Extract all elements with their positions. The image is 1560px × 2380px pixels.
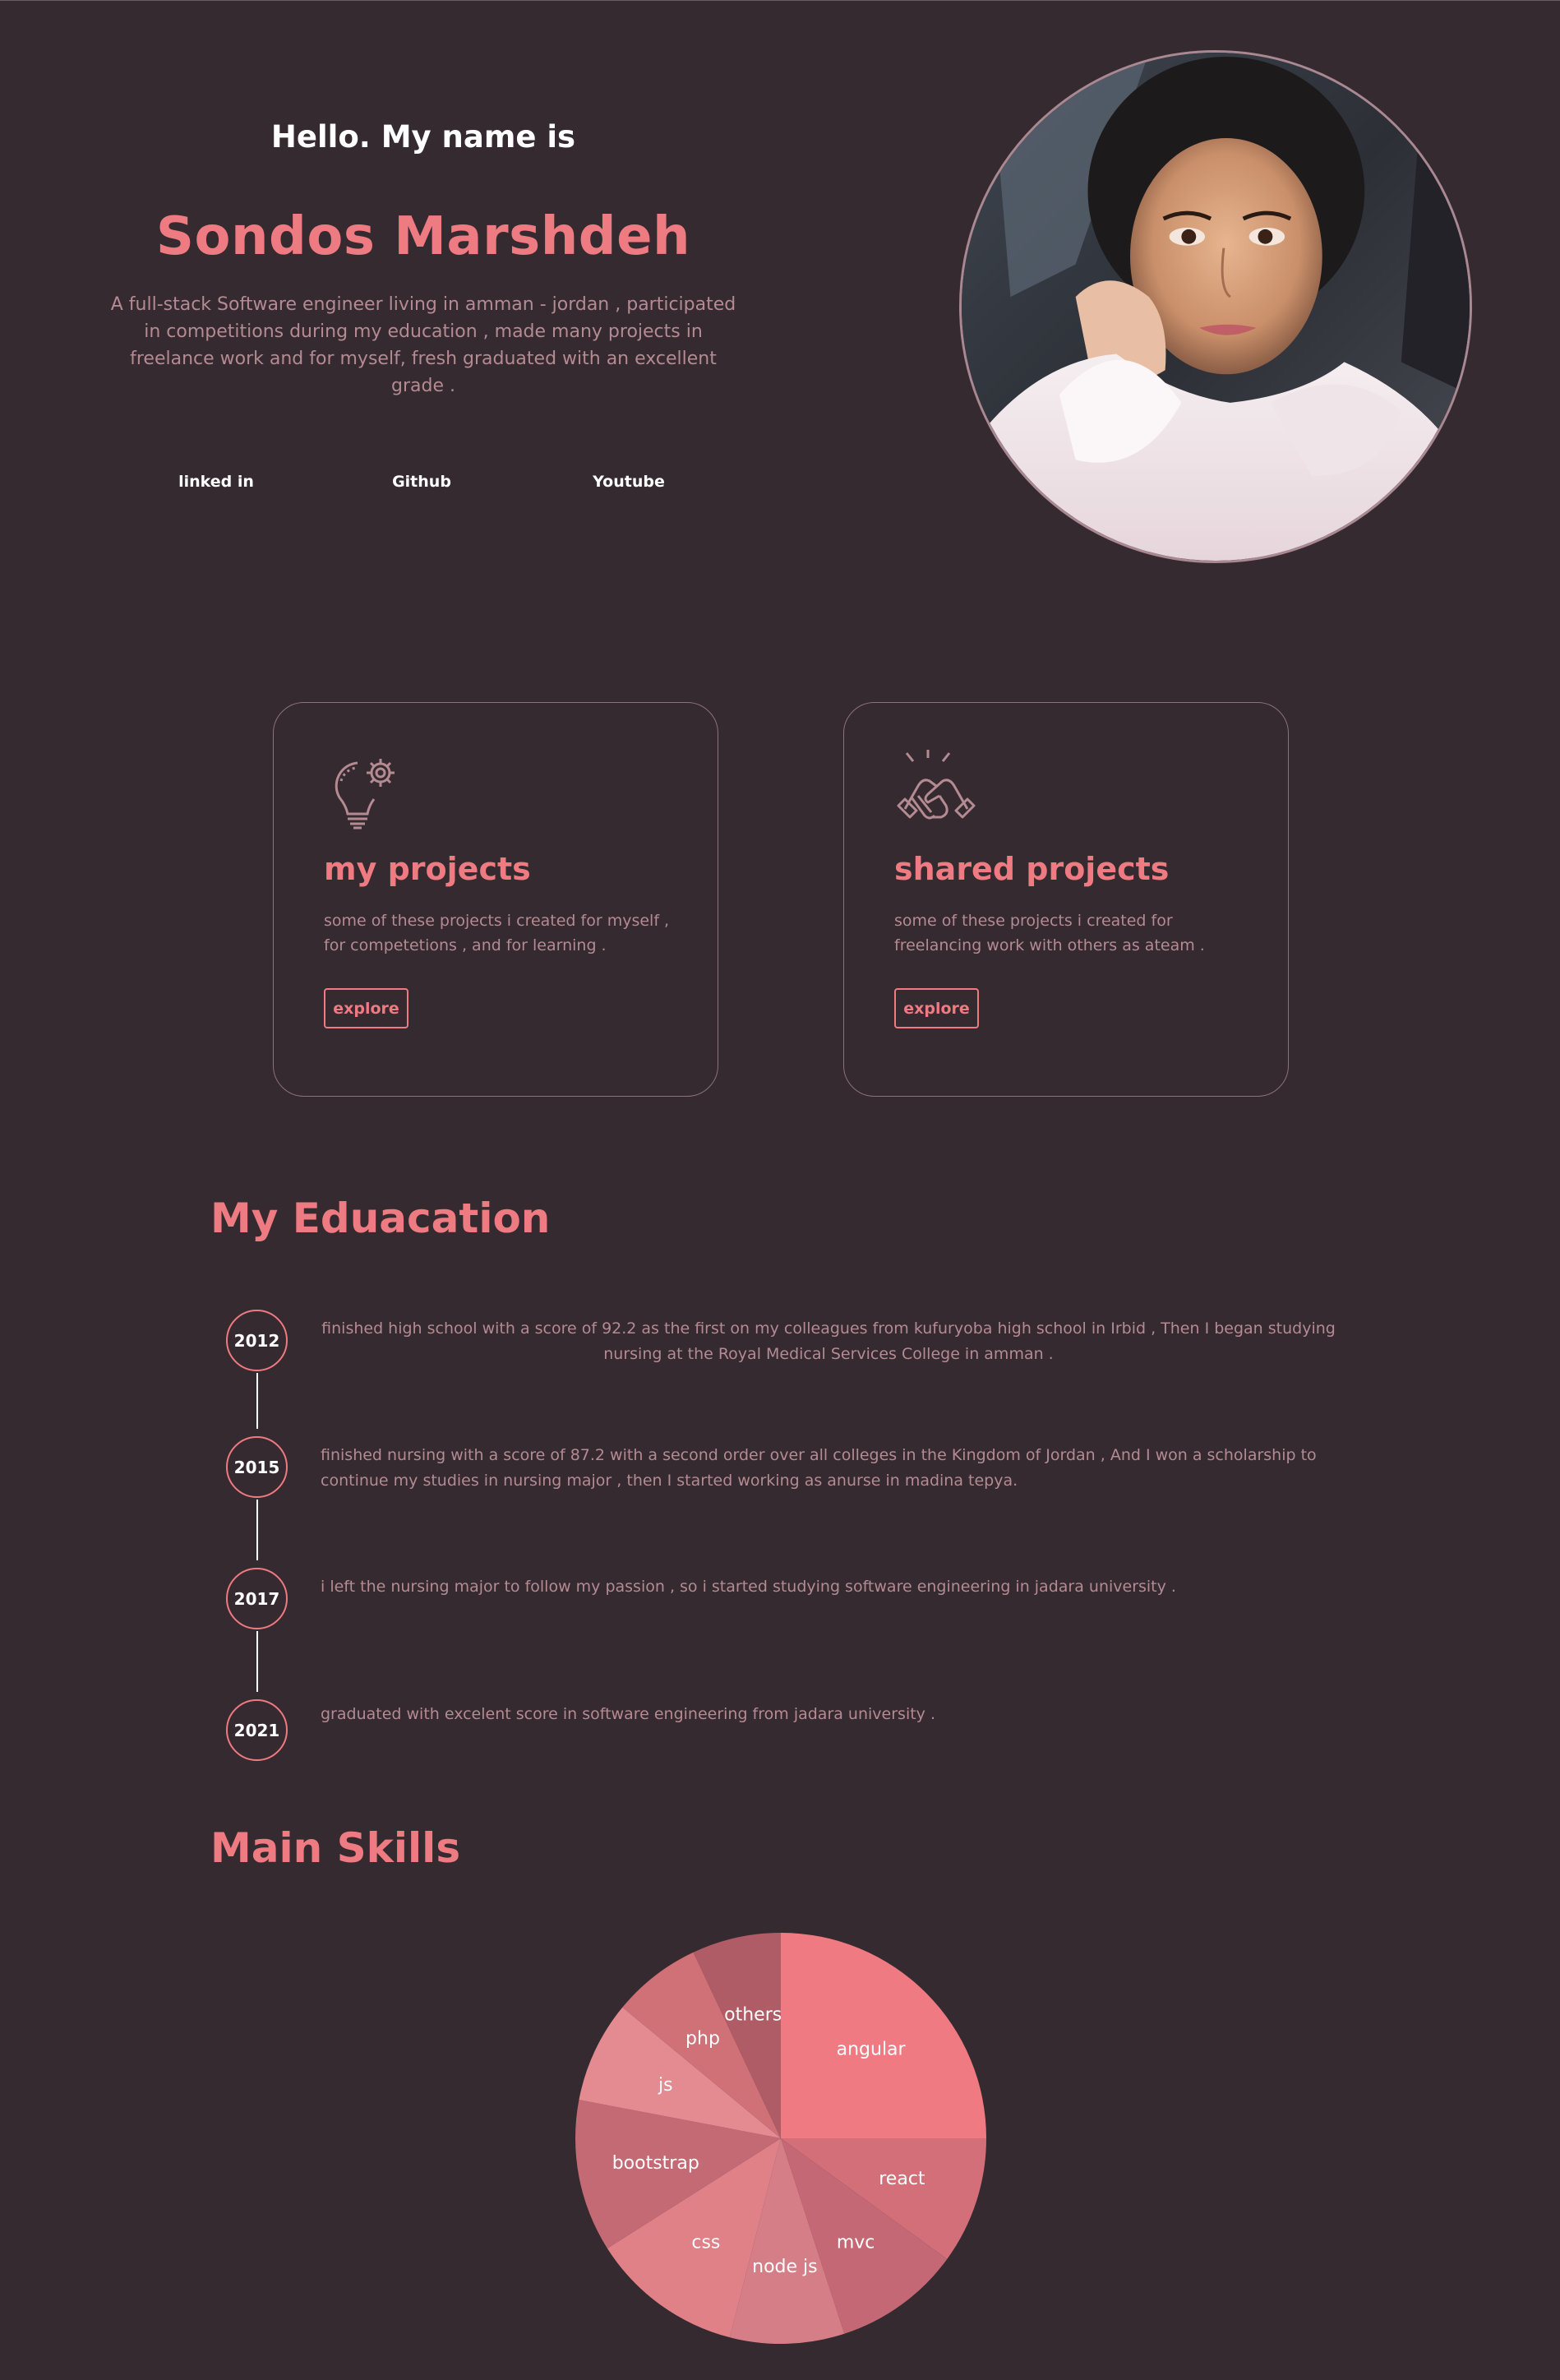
skills-pie-chart: angular react mvc node js css bootstrap js phpo… xyxy=(575,1933,986,2344)
card-title: my projects xyxy=(324,851,531,887)
timeline-connector xyxy=(256,1631,258,1692)
handshake-icon xyxy=(897,750,976,820)
youtube-link[interactable]: Youtube xyxy=(563,473,695,491)
timeline-year-badge: 2012 xyxy=(226,1310,288,1371)
pie-label: node js xyxy=(752,2257,817,2277)
pie-label: js xyxy=(658,2075,673,2096)
timeline-year-badge: 2015 xyxy=(226,1436,288,1498)
timeline-text: finished nursing with a score of 87.2 wi… xyxy=(321,1446,1317,1490)
timeline-year-badge: 2017 xyxy=(226,1568,288,1629)
timeline-connector xyxy=(256,1373,258,1429)
pie-label: css xyxy=(691,2232,720,2253)
explore-shared-projects-button[interactable]: explore xyxy=(894,988,979,1028)
timeline-year-badge: 2021 xyxy=(226,1699,288,1761)
pie-slice-angular xyxy=(781,1933,986,2138)
lightbulb-gear-icon xyxy=(335,759,395,830)
hero-bio: A full-stack Software engineer living in… xyxy=(110,294,736,396)
hero-name: Sondos Marshdeh xyxy=(155,206,691,267)
pie-label: others xyxy=(724,2005,782,2026)
card-title: shared projects xyxy=(894,851,1170,887)
pie-label: bootstrap xyxy=(612,2153,699,2174)
explore-my-projects-button[interactable]: explore xyxy=(324,988,408,1028)
pie-label: mvc xyxy=(837,2232,875,2253)
timeline-text: i left the nursing major to follow my pa… xyxy=(321,1578,1176,1596)
hero-greeting: Hello. My name is xyxy=(270,119,576,155)
my-projects-card: my projects some of these projects i cre… xyxy=(273,702,718,1097)
linkedin-link[interactable]: linked in xyxy=(150,473,282,491)
pie-label: angular xyxy=(837,2039,907,2059)
education-title: My Eduacation xyxy=(210,1195,551,1242)
shared-projects-card: shared projects some of these projects i… xyxy=(843,702,1289,1097)
timeline-text: graduated with excelent score in softwar… xyxy=(321,1705,935,1723)
profile-avatar xyxy=(959,50,1472,563)
pie-label: react xyxy=(879,2169,925,2189)
profile-photo xyxy=(962,53,1470,561)
timeline-connector xyxy=(256,1500,258,1560)
pie-label: php xyxy=(685,2029,720,2050)
card-description: some of these projects i created for mys… xyxy=(324,912,670,954)
timeline-text: finished high school with a score of 92.… xyxy=(321,1319,1336,1363)
skills-title: Main Skills xyxy=(210,1824,461,1872)
card-description: some of these projects i created for fre… xyxy=(894,912,1205,954)
github-link[interactable]: Github xyxy=(356,473,487,491)
